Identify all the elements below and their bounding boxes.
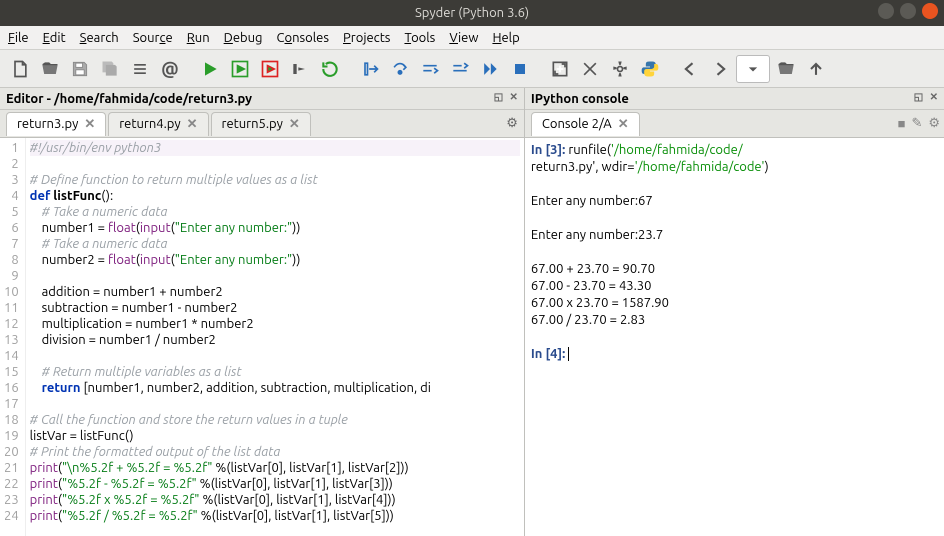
step-into-button[interactable]	[416, 55, 444, 83]
menu-help[interactable]: Help	[492, 31, 519, 45]
editor-pane-window-icons[interactable]: ◱ ✕	[494, 91, 520, 103]
rerun-button[interactable]	[316, 55, 344, 83]
save-button[interactable]	[66, 55, 94, 83]
window-minimize-button[interactable]	[878, 3, 894, 19]
toolbar: @	[0, 50, 944, 88]
console-pane-window-icons[interactable]: ◱ ✕	[914, 91, 940, 103]
console-tab[interactable]: Console 2/A ✕	[531, 112, 640, 136]
debug-button[interactable]	[356, 55, 384, 83]
browse-cwd-button[interactable]	[772, 55, 800, 83]
tab-label: return3.py	[17, 117, 78, 131]
console-pane: IPython console ◱ ✕ Console 2/A ✕ ■ ✎ ⚙ …	[525, 88, 944, 536]
editor-options-icon[interactable]: ⚙	[506, 116, 518, 131]
menu-source[interactable]: Source	[133, 31, 173, 45]
forward-button[interactable]	[706, 55, 734, 83]
editor-tab[interactable]: return3.py ✕	[6, 112, 106, 136]
continue-button[interactable]	[476, 55, 504, 83]
console-options-icon[interactable]: ⚙	[928, 116, 940, 131]
step-over-button[interactable]	[386, 55, 414, 83]
preferences-button[interactable]	[606, 55, 634, 83]
console-tab-label: Console 2/A	[542, 117, 612, 131]
run-selection-button[interactable]	[286, 55, 314, 83]
ipython-console[interactable]: In [3]: runfile('/home/fahmida/code/retu…	[525, 138, 944, 536]
at-button[interactable]: @	[156, 55, 184, 83]
fullscreen-button[interactable]	[576, 55, 604, 83]
menu-debug[interactable]: Debug	[224, 31, 263, 45]
console-tabs: Console 2/A ✕ ■ ✎ ⚙	[525, 110, 944, 138]
menu-search[interactable]: Search	[80, 31, 119, 45]
window-title: Spyder (Python 3.6)	[415, 6, 529, 20]
menu-file[interactable]: File	[8, 31, 29, 45]
close-icon[interactable]: ✕	[618, 117, 629, 132]
step-out-button[interactable]	[446, 55, 474, 83]
menu-view[interactable]: View	[449, 31, 478, 45]
editor-pane-header: Editor - /home/fahmida/code/return3.py ◱…	[0, 88, 524, 110]
parent-dir-button[interactable]	[802, 55, 830, 83]
editor-tabs: return3.py ✕ return4.py ✕ return5.py ✕ ⚙	[0, 110, 524, 138]
open-file-button[interactable]	[36, 55, 64, 83]
cwd-dropdown[interactable]	[736, 55, 770, 83]
window-close-button[interactable]	[922, 3, 938, 19]
maximize-pane-button[interactable]	[546, 55, 574, 83]
save-all-button[interactable]	[96, 55, 124, 83]
editor-title: Editor - /home/fahmida/code/return3.py	[6, 92, 252, 106]
editor-pane: Editor - /home/fahmida/code/return3.py ◱…	[0, 88, 525, 536]
stop-kernel-icon[interactable]: ■	[898, 116, 906, 131]
menu-run[interactable]: Run	[187, 31, 210, 45]
tab-label: return4.py	[119, 117, 180, 131]
stop-debug-button[interactable]	[506, 55, 534, 83]
run-cell-button[interactable]	[226, 55, 254, 83]
close-icon[interactable]: ✕	[84, 117, 95, 132]
python-path-button[interactable]	[636, 55, 664, 83]
window-maximize-button[interactable]	[900, 3, 916, 19]
close-icon[interactable]: ✕	[289, 117, 300, 132]
run-button[interactable]	[196, 55, 224, 83]
editor-tab[interactable]: return5.py ✕	[211, 112, 311, 136]
close-icon[interactable]: ✕	[187, 117, 198, 132]
new-file-button[interactable]	[6, 55, 34, 83]
menu-tools[interactable]: Tools	[404, 31, 435, 45]
console-title: IPython console	[531, 92, 629, 106]
back-button[interactable]	[676, 55, 704, 83]
menu-bar: File Edit Search Source Run Debug Consol…	[0, 26, 944, 50]
menu-edit[interactable]: Edit	[43, 31, 66, 45]
edit-icon[interactable]: ✎	[911, 116, 922, 131]
window-titlebar: Spyder (Python 3.6)	[0, 0, 944, 26]
run-cell-advance-button[interactable]	[256, 55, 284, 83]
console-pane-header: IPython console ◱ ✕	[525, 88, 944, 110]
menu-projects[interactable]: Projects	[343, 31, 390, 45]
tab-label: return5.py	[222, 117, 283, 131]
list-button[interactable]	[126, 55, 154, 83]
menu-consoles[interactable]: Consoles	[277, 31, 329, 45]
editor-tab[interactable]: return4.py ✕	[108, 112, 208, 136]
code-editor[interactable]: 123456789101112131415161718192021222324 …	[0, 138, 524, 536]
